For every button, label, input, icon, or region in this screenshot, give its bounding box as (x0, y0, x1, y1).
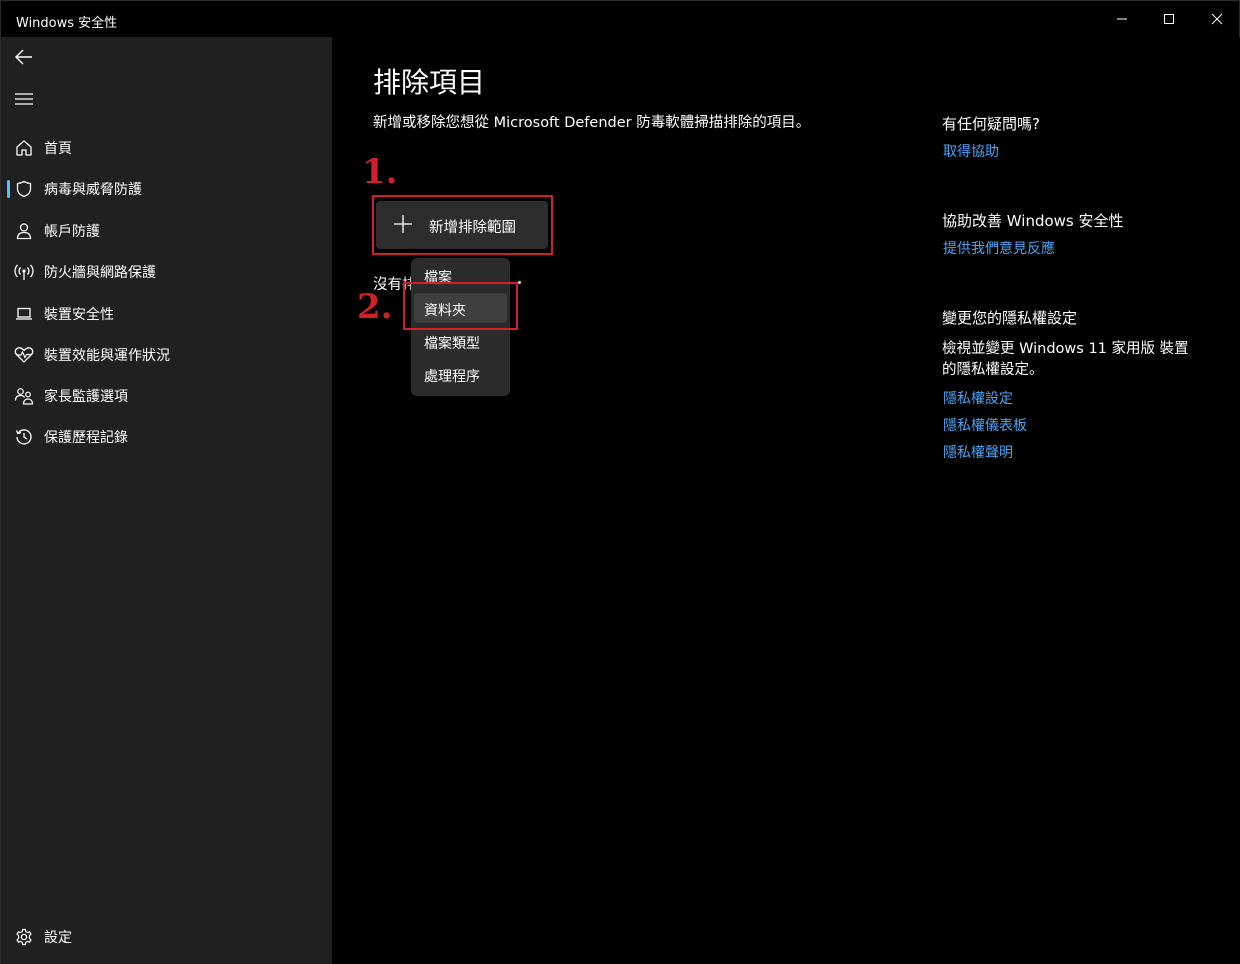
window-title: Windows 安全性 (16, 16, 118, 31)
sidebar-item-firewall-network[interactable]: 防火牆與網路保護 (1, 254, 332, 290)
menu-item-label: 處理程序 (424, 369, 480, 385)
windows-security-window: Windows 安全性 首頁 病毒與威脅防護 帳戶防護 防火牆與網路保護 裝置安… (0, 0, 1240, 964)
family-icon (13, 385, 35, 407)
sidebar-item-label: 設定 (44, 930, 72, 946)
minimize-icon (1117, 18, 1127, 20)
title-bar: Windows 安全性 (1, 1, 1239, 37)
privacy-statement-link[interactable]: 隱私權聲明 (943, 442, 1013, 462)
close-icon (1211, 13, 1223, 25)
sidebar-item-label: 保護歷程記錄 (44, 430, 128, 446)
add-exclusion-label: 新增排除範圍 (429, 220, 516, 236)
feedback-link[interactable]: 提供我們意見反應 (943, 238, 1055, 258)
main-content: 排除項目 新增或移除您想從 Microsoft Defender 防毒軟體掃描排… (332, 37, 1240, 964)
sidebar-item-label: 裝置效能與運作狀況 (44, 348, 170, 364)
sidebar-item-virus-threat-protection[interactable]: 病毒與威脅防護 (1, 171, 332, 207)
menu-toggle-button[interactable] (9, 84, 39, 114)
page-description: 新增或移除您想從 Microsoft Defender 防毒軟體掃描排除的項目。 (373, 115, 811, 131)
sidebar-item-label: 首頁 (44, 141, 72, 157)
sidebar: 首頁 病毒與威脅防護 帳戶防護 防火牆與網路保護 裝置安全性 裝置效能與運作狀況… (1, 37, 332, 964)
sidebar-item-label: 家長監護選項 (44, 389, 128, 405)
back-button[interactable] (9, 42, 39, 72)
hamburger-icon (15, 93, 33, 105)
back-arrow-icon (15, 49, 32, 65)
get-help-link[interactable]: 取得協助 (943, 141, 999, 161)
sidebar-item-label: 帳戶防護 (44, 224, 100, 240)
wireless-icon (13, 261, 35, 283)
step-2-highlight (403, 282, 518, 330)
person-icon (13, 220, 35, 242)
sidebar-item-family-options[interactable]: 家長監護選項 (1, 378, 332, 414)
history-icon (13, 426, 35, 448)
sidebar-item-device-security[interactable]: 裝置安全性 (1, 296, 332, 332)
maximize-icon (1164, 14, 1174, 24)
plus-icon (394, 215, 412, 233)
step-2-annotation: 2. (357, 287, 393, 327)
text-fragment-dot (518, 281, 521, 284)
menu-item-process[interactable]: 處理程序 (414, 359, 507, 389)
sidebar-item-settings[interactable]: 設定 (1, 919, 332, 955)
sidebar-item-label: 防火牆與網路保護 (44, 265, 156, 281)
privacy-description: 檢視並變更 Windows 11 家用版 裝置的隱私權設定。 (942, 341, 1189, 378)
maximize-button[interactable] (1146, 1, 1192, 37)
menu-item-label: 檔案類型 (424, 336, 480, 352)
minimize-button[interactable] (1099, 1, 1145, 37)
improve-heading: 協助改善 Windows 安全性 (942, 212, 1124, 230)
privacy-settings-link[interactable]: 隱私權設定 (943, 388, 1013, 408)
selection-indicator (7, 180, 10, 198)
privacy-dashboard-link[interactable]: 隱私權儀表板 (943, 415, 1027, 435)
sidebar-item-protection-history[interactable]: 保護歷程記錄 (1, 419, 332, 455)
help-heading: 有任何疑問嗎? (942, 115, 1040, 133)
privacy-heading: 變更您的隱私權設定 (942, 309, 1078, 327)
sidebar-item-home[interactable]: 首頁 (1, 130, 332, 166)
close-button[interactable] (1194, 1, 1240, 37)
shield-icon (13, 178, 35, 200)
sidebar-item-label: 裝置安全性 (44, 307, 114, 323)
heart-pulse-icon (13, 344, 35, 366)
sidebar-item-label: 病毒與威脅防護 (44, 182, 142, 198)
gear-icon (13, 926, 35, 948)
step-1-annotation: 1. (362, 152, 398, 192)
menu-item-file-type[interactable]: 檔案類型 (414, 326, 507, 356)
laptop-icon (13, 303, 35, 325)
home-icon (13, 137, 35, 159)
add-exclusion-button[interactable]: 新增排除範圍 (376, 201, 548, 249)
page-title: 排除項目 (373, 66, 486, 99)
sidebar-item-device-performance[interactable]: 裝置效能與運作狀況 (1, 337, 332, 373)
sidebar-item-account-protection[interactable]: 帳戶防護 (1, 213, 332, 249)
